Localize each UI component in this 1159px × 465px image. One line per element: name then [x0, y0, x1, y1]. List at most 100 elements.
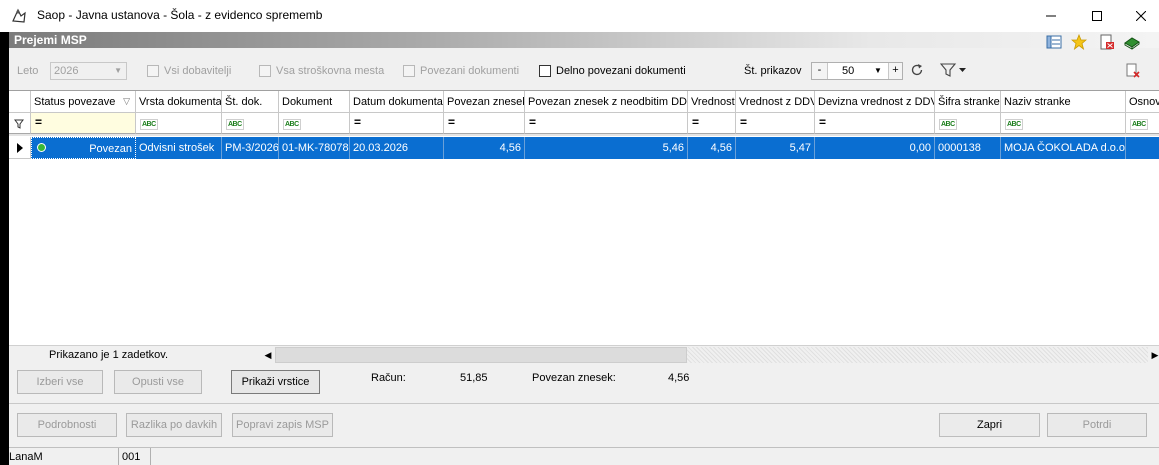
column-header[interactable]: Št. dok. — [222, 91, 279, 113]
checkbox-box[interactable] — [403, 65, 415, 77]
chevron-down-icon[interactable]: ▼ — [874, 66, 882, 75]
column-header[interactable]: Devizna vrednost z DDV — [815, 91, 935, 113]
table-cell[interactable]: 01-MK-78078 — [279, 137, 350, 159]
filter-cell[interactable]: ABC — [279, 113, 350, 134]
table-cell[interactable]: 0,00 — [815, 137, 935, 159]
izberi-vse-button[interactable]: Izberi vse — [17, 370, 103, 394]
row-indicator[interactable] — [9, 137, 31, 159]
divider — [9, 403, 1159, 404]
clear-filter-icon[interactable] — [1125, 63, 1141, 79]
filter-cell[interactable]: ABC — [222, 113, 279, 134]
table-cell-status[interactable]: Povezan — [31, 137, 136, 159]
data-grid[interactable]: Status povezave ▽ Vrsta dokumenta Št. do… — [9, 90, 1159, 345]
column-header[interactable]: Naziv stranke — [1001, 91, 1126, 113]
filter-cell[interactable]: = — [350, 113, 444, 134]
book-icon[interactable] — [1124, 34, 1140, 50]
column-header[interactable]: Vrednost — [688, 91, 736, 113]
delno-povezani-checkbox[interactable]: Delno povezani dokumenti — [539, 62, 686, 80]
filter-cell[interactable]: ABC — [935, 113, 1001, 134]
window-title: Saop - Javna ustanova - Šola - z evidenc… — [37, 8, 323, 22]
table-cell[interactable]: MOJA ČOKOLADA d.o.o. — [1001, 137, 1126, 159]
filter-icon — [14, 119, 24, 129]
column-header[interactable]: Vrsta dokumenta — [136, 91, 222, 113]
star-icon[interactable] — [1071, 34, 1087, 50]
horizontal-scrollbar-thumb[interactable] — [275, 347, 687, 363]
zapri-button[interactable]: Zapri — [939, 413, 1040, 437]
column-header[interactable]: Povezan znesek z neodbitim DDV — [525, 91, 688, 113]
status-bar: LanaM 001 — [9, 447, 1159, 465]
delno-povezani-label: Delno povezani dokumenti — [556, 65, 686, 77]
povezani-dokumenti-label: Povezani dokumenti — [420, 65, 520, 77]
filter-cell[interactable]: = — [815, 113, 935, 134]
text-filter-icon: ABC — [1130, 119, 1148, 130]
filter-cell[interactable]: = — [31, 113, 136, 134]
vsa-stroskovna-mesta-label: Vsa stroškovna mesta — [276, 65, 385, 77]
current-row-arrow-icon — [17, 143, 23, 153]
filter-cell[interactable]: ABC — [136, 113, 222, 134]
column-header[interactable]: Vrednost z DDV — [736, 91, 815, 113]
podrobnosti-button[interactable]: Podrobnosti — [17, 413, 117, 437]
column-header-label: Naziv stranke — [1004, 96, 1071, 108]
column-header-label: Osnova — [1129, 96, 1159, 108]
refresh-icon[interactable] — [910, 63, 924, 77]
checkbox-box[interactable] — [539, 65, 551, 77]
table-cell[interactable]: 5,46 — [525, 137, 688, 159]
grid-corner — [9, 91, 31, 113]
filter-cell[interactable]: = — [736, 113, 815, 134]
filter-cell[interactable]: ABC — [1001, 113, 1126, 134]
form-title: Prejemi MSP — [14, 33, 87, 47]
column-header[interactable]: Dokument — [279, 91, 350, 113]
close-document-icon[interactable] — [1099, 34, 1115, 50]
popravi-zapis-msp-button[interactable]: Popravi zapis MSP — [232, 413, 333, 437]
minimize-button[interactable] — [1028, 0, 1074, 32]
column-header[interactable]: Povezan znesek — [444, 91, 525, 113]
table-cell[interactable] — [1126, 137, 1159, 159]
filter-dropdown-icon[interactable] — [940, 62, 968, 78]
scroll-right-icon[interactable]: ▶ — [1148, 347, 1159, 363]
status-text: Povezan — [89, 143, 132, 155]
table-cell[interactable]: 5,47 — [736, 137, 815, 159]
table-cell[interactable]: 4,56 — [688, 137, 736, 159]
column-header-label: Vrednost z DDV — [739, 96, 815, 108]
status-code-text: 001 — [122, 451, 141, 463]
leto-combo[interactable]: 2026 ▼ — [50, 62, 127, 80]
povezani-dokumenti-checkbox[interactable]: Povezani dokumenti — [403, 62, 519, 80]
prikazi-vrstice-button[interactable]: Prikaži vrstice — [231, 370, 320, 394]
filter-cell[interactable]: = — [688, 113, 736, 134]
st-prikazov-value[interactable]: 50 — [842, 65, 854, 77]
layout-icon[interactable] — [1046, 34, 1062, 50]
filter-cell[interactable]: ABC — [1126, 113, 1159, 134]
column-header[interactable]: Status povezave ▽ — [31, 91, 136, 113]
column-header[interactable]: Šifra stranke — [935, 91, 1001, 113]
st-prikazov-stepper[interactable]: - 50 ▼ + — [811, 62, 903, 80]
table-cell[interactable]: PM-3/2026 — [222, 137, 279, 159]
status-user-text: LanaM — [9, 451, 43, 463]
column-header-label: Dokument — [282, 96, 333, 108]
checkbox-box[interactable] — [147, 65, 159, 77]
filter-icon[interactable]: ▽ — [123, 96, 130, 107]
checkbox-box[interactable] — [259, 65, 271, 77]
scroll-left-icon[interactable]: ◀ — [261, 347, 275, 363]
column-header[interactable]: Osnova — [1126, 91, 1159, 113]
decrement-button[interactable]: - — [812, 63, 828, 79]
close-button[interactable] — [1118, 0, 1159, 32]
filter-row-indicator — [9, 113, 31, 134]
table-cell[interactable]: 0000138 — [935, 137, 1001, 159]
table-cell[interactable]: 4,56 — [444, 137, 525, 159]
filter-cell[interactable]: = — [444, 113, 525, 134]
status-user: LanaM — [9, 448, 119, 465]
maximize-button[interactable] — [1074, 0, 1120, 32]
window-titlebar: Saop - Javna ustanova - Šola - z evidenc… — [0, 0, 1159, 32]
opusti-vse-button[interactable]: Opusti vse — [114, 370, 202, 394]
vsa-stroskovna-mesta-checkbox[interactable]: Vsa stroškovna mesta — [259, 62, 384, 80]
potrdi-button[interactable]: Potrdi — [1047, 413, 1147, 437]
increment-button[interactable]: + — [888, 63, 902, 79]
status-ok-icon — [37, 143, 46, 152]
table-cell[interactable]: Odvisni strošek — [136, 137, 222, 159]
vsi-dobavitelji-checkbox[interactable]: Vsi dobavitelji — [147, 62, 231, 80]
column-header-label: Vrsta dokumenta — [139, 96, 222, 108]
razlika-po-davkih-button[interactable]: Razlika po davkih — [126, 413, 222, 437]
table-cell[interactable]: 20.03.2026 — [350, 137, 444, 159]
column-header[interactable]: Datum dokumenta — [350, 91, 444, 113]
filter-cell[interactable]: = — [525, 113, 688, 134]
